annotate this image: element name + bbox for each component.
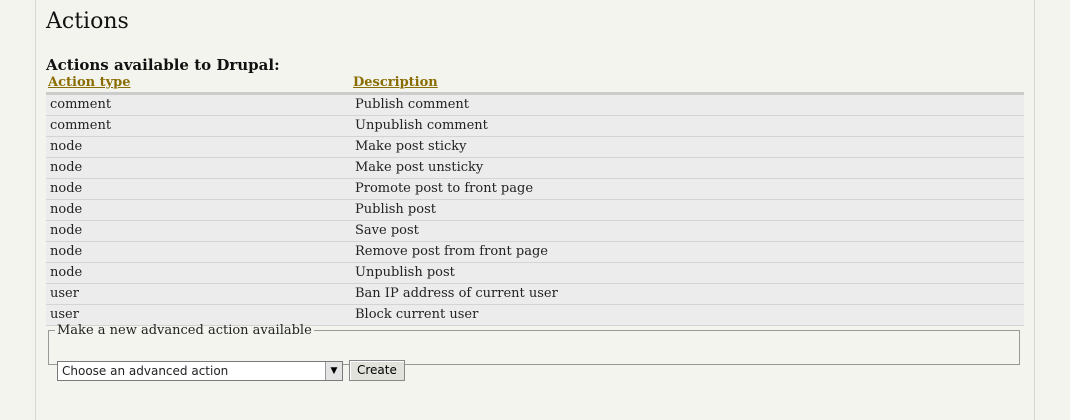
description-cell: Ban IP address of current user — [351, 283, 1024, 305]
description-cell: Save post — [351, 220, 1024, 242]
page-title: Actions — [46, 9, 129, 34]
create-button[interactable]: Create — [349, 360, 405, 381]
action-type-cell: node — [46, 157, 351, 179]
table-row: comment Unpublish comment — [46, 115, 1024, 137]
action-type-cell: node — [46, 262, 351, 284]
action-type-cell: comment — [46, 93, 351, 116]
table-row: comment Publish comment — [46, 93, 1024, 116]
description-cell: Promote post to front page — [351, 178, 1024, 200]
page-frame: Actions Actions available to Drupal: Act… — [35, 0, 1035, 420]
table-row: node Save post — [46, 220, 1024, 242]
table-header-row: Action type Description — [46, 74, 1024, 95]
table-row: user Ban IP address of current user — [46, 283, 1024, 305]
description-cell: Make post sticky — [351, 136, 1024, 158]
table-row: node Publish post — [46, 199, 1024, 221]
action-type-cell: node — [46, 241, 351, 263]
section-heading: Actions available to Drupal: — [46, 56, 280, 74]
description-cell: Remove post from front page — [351, 241, 1024, 263]
description-cell: Publish comment — [351, 93, 1024, 116]
column-header-description: Description — [351, 74, 1024, 95]
action-type-cell: node — [46, 136, 351, 158]
main-content: Actions Actions available to Drupal: Act… — [46, 0, 1024, 381]
table-row: node Unpublish post — [46, 262, 1024, 284]
sort-link-action-type[interactable]: Action type — [48, 75, 131, 90]
description-cell: Unpublish comment — [351, 115, 1024, 137]
advanced-action-controls: Choose an advanced action ▼ Create — [57, 360, 405, 381]
action-type-cell: user — [46, 283, 351, 305]
action-type-cell: comment — [46, 115, 351, 137]
table-row: node Make post sticky — [46, 136, 1024, 158]
description-cell: Make post unsticky — [351, 157, 1024, 179]
description-cell: Publish post — [351, 199, 1024, 221]
table-row: node Remove post from front page — [46, 241, 1024, 263]
actions-table: Action type Description comment Publish c… — [46, 74, 1024, 326]
description-cell: Unpublish post — [351, 262, 1024, 284]
table-row: node Make post unsticky — [46, 157, 1024, 179]
column-header-action-type: Action type — [46, 74, 351, 95]
chevron-down-icon[interactable]: ▼ — [325, 361, 342, 380]
action-type-cell: node — [46, 178, 351, 200]
advanced-action-legend: Make a new advanced action available — [57, 323, 312, 338]
advanced-action-fieldset: Make a new advanced action available Cho… — [48, 323, 1020, 381]
advanced-action-select-value: Choose an advanced action — [62, 363, 229, 378]
advanced-action-select[interactable]: Choose an advanced action ▼ — [57, 360, 343, 381]
table-row: node Promote post to front page — [46, 178, 1024, 200]
action-type-cell: node — [46, 220, 351, 242]
action-type-cell: node — [46, 199, 351, 221]
sort-link-description[interactable]: Description — [353, 75, 438, 90]
